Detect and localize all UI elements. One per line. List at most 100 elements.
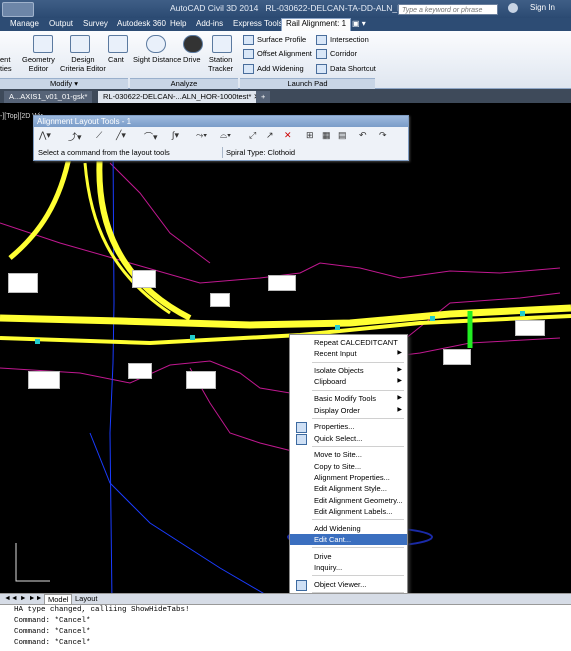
design-criteria-editor-button[interactable]: Design Criteria Editor	[60, 55, 106, 73]
new-tab-button[interactable]: +	[256, 91, 271, 103]
layout-nav-arrows[interactable]: ◄◄ ► ►►	[4, 595, 43, 602]
menu-item-label: Edit Alignment Geometry...	[314, 495, 403, 505]
tab-output[interactable]: Output	[49, 19, 73, 28]
edit-icon[interactable]: ↗	[266, 130, 274, 141]
search-input[interactable]: Type a keyword or phrase	[398, 4, 498, 15]
offset-alignment-button[interactable]: Offset Alignment	[243, 49, 312, 60]
doc-tab-1[interactable]: A...AXIS1_v01_01-gsk*	[4, 91, 93, 103]
station-tracker-button[interactable]: Station Tracker	[208, 55, 233, 73]
menu-item-label: Edit Cant...	[314, 535, 352, 544]
alignment-layout-toolbar: Alignment Layout Tools - 1 ⋀▾ ⤴▾ ⟋ ╱▾ ⌒▾…	[33, 115, 409, 161]
menu-separator	[312, 445, 404, 447]
tab-express-tools[interactable]: Express Tools	[233, 19, 283, 28]
menu-item-quick-select[interactable]: Quick Select...	[290, 433, 407, 445]
doc-tab-2[interactable]: RL-030622-DELCAN-...ALN_HOR-1000test* ✕	[98, 91, 265, 103]
menu-item-recent-input[interactable]: Recent Input ▶	[290, 348, 407, 359]
menu-item-display-order[interactable]: Display Order ▶	[290, 405, 407, 416]
tab-help[interactable]: Help	[170, 19, 186, 28]
menu-item-isolate-objects[interactable]: Isolate Objects ▶	[290, 365, 407, 376]
menu-item-alignment-properties[interactable]: Alignment Properties...	[290, 472, 407, 483]
menu-item-object-viewer[interactable]: Object Viewer...	[290, 579, 407, 591]
intersection-button[interactable]: Intersection	[316, 35, 369, 46]
user-icon[interactable]	[508, 3, 518, 13]
ribbon-item-ent[interactable]: ent ties	[0, 55, 12, 73]
undo-icon[interactable]: ↶	[359, 130, 367, 141]
convert-icon[interactable]: ⤢	[249, 130, 256, 141]
geometry-editor-icon[interactable]	[33, 35, 53, 53]
cant-icon[interactable]	[108, 35, 128, 53]
offset-alignment-icon	[243, 49, 254, 60]
menu-item-copy-to-site[interactable]: Copy to Site...	[290, 461, 407, 472]
submenu-arrow-icon: ▶	[397, 378, 402, 385]
data-shortcut-icon	[316, 64, 327, 75]
corridor-button[interactable]: Corridor	[316, 49, 357, 60]
menu-item-edit-alignment-style[interactable]: Edit Alignment Style...	[290, 483, 407, 494]
drawing-svg	[0, 142, 571, 604]
menu-item-clipboard[interactable]: Clipboard ▶	[290, 376, 407, 387]
menu-item-inquiry[interactable]: Inquiry...	[290, 562, 407, 573]
tab-survey[interactable]: Survey	[83, 19, 108, 28]
menu-item-label: Copy to Site...	[314, 461, 362, 471]
tab-addins[interactable]: Add-ins	[196, 19, 223, 28]
sight-distance-icon[interactable]	[146, 35, 166, 53]
menu-item-drive[interactable]: Drive	[290, 551, 407, 562]
ribbon-options-icon[interactable]: ▣ ▾	[352, 19, 366, 28]
label-box	[186, 371, 216, 389]
submenu-arrow-icon: ▶	[397, 350, 402, 357]
toolbar-divider	[222, 147, 223, 158]
add-widening-button[interactable]: Add Widening	[243, 64, 304, 75]
panel-analyze[interactable]: Analyze	[130, 78, 238, 89]
surface-profile-button[interactable]: Surface Profile	[243, 35, 306, 46]
panel-modify[interactable]: Modify ▾	[0, 78, 128, 89]
menu-item-properties[interactable]: Properties...	[290, 421, 407, 434]
submenu-arrow-icon: ▶	[397, 406, 402, 413]
curve-tools-icon[interactable]: ⌒▾	[144, 130, 158, 143]
grid-view-icon[interactable]: ▦	[322, 130, 331, 141]
drawing-canvas[interactable]	[0, 103, 571, 604]
quick-access-toolbar[interactable]	[2, 2, 34, 17]
tangent-tools-icon[interactable]: ⋀▾	[39, 130, 51, 141]
reverse-curve-icon[interactable]: ⤳▾	[196, 130, 207, 141]
sight-distance-button[interactable]: Sight Distance	[133, 55, 181, 64]
tab-rail-alignment[interactable]: Rail Alignment: 1	[281, 18, 352, 32]
station-tracker-icon[interactable]	[212, 35, 232, 53]
menu-item-edit-alignment-geometry[interactable]: Edit Alignment Geometry...	[290, 495, 407, 506]
menu-item-edit-alignment-labels[interactable]: Edit Alignment Labels...	[290, 506, 407, 517]
menu-item-basic-modify-tools[interactable]: Basic Modify Tools ▶	[290, 393, 407, 404]
delete-pi-icon[interactable]: ⟋	[96, 130, 102, 141]
sub-entity-editor-icon[interactable]: ▤	[338, 130, 347, 141]
editor-icon[interactable]: ⊞	[306, 130, 314, 141]
menu-item-edit-cant[interactable]: Edit Cant...	[290, 534, 407, 545]
redo-icon[interactable]: ↷	[379, 130, 387, 141]
design-criteria-icon[interactable]	[70, 35, 90, 53]
tab-autodesk360[interactable]: Autodesk 360	[117, 19, 166, 28]
data-shortcut-button[interactable]: Data Shortcut	[316, 64, 376, 75]
delete-entity-icon[interactable]: ✕	[284, 130, 292, 141]
menu-item-move-to-site[interactable]: Move to Site...	[290, 449, 407, 460]
geometry-editor-button[interactable]: Geometry Editor	[22, 55, 55, 73]
pi-tools-icon[interactable]: ⤴▾	[68, 130, 82, 143]
command-history[interactable]: HA type changed, calliing ShowHideTabs! …	[0, 604, 571, 651]
title-bar: AutoCAD Civil 3D 2014 RL-030622-DELCAN-T…	[0, 0, 571, 18]
menu-item-repeat-calceditcant[interactable]: Repeat CALCEDITCANT	[290, 337, 407, 348]
spiral-tools-icon[interactable]: ∫▾	[172, 130, 179, 141]
panel-launch-pad[interactable]: Launch Pad	[240, 78, 375, 89]
surface-profile-icon	[243, 35, 254, 46]
drive-button[interactable]: Drive	[183, 55, 201, 64]
menu-item-add-widening[interactable]: Add Widening	[290, 523, 407, 534]
tab-layout[interactable]: Layout	[72, 594, 101, 603]
menu-item-label: Recent Input	[314, 349, 357, 359]
curve-spiral-icon[interactable]: ⌓▾	[220, 130, 231, 141]
menu-separator	[312, 389, 404, 391]
tab-manage[interactable]: Manage	[10, 19, 39, 28]
document-tabs: A...AXIS1_v01_01-gsk* RL-030622-DELCAN-.…	[0, 89, 571, 103]
sign-in-link[interactable]: Sign In	[530, 3, 555, 12]
menu-item-label: Display Order	[314, 405, 360, 415]
line-tools-icon[interactable]: ╱▾	[116, 130, 126, 141]
command-line: HA type changed, calliing ShowHideTabs!	[14, 606, 190, 614]
menu-item-label: Repeat CALCEDITCANT	[314, 338, 398, 347]
drive-icon[interactable]	[183, 35, 203, 53]
add-widening-icon	[243, 64, 254, 75]
rail-alignments	[0, 152, 571, 346]
cant-button[interactable]: Cant	[108, 55, 124, 64]
